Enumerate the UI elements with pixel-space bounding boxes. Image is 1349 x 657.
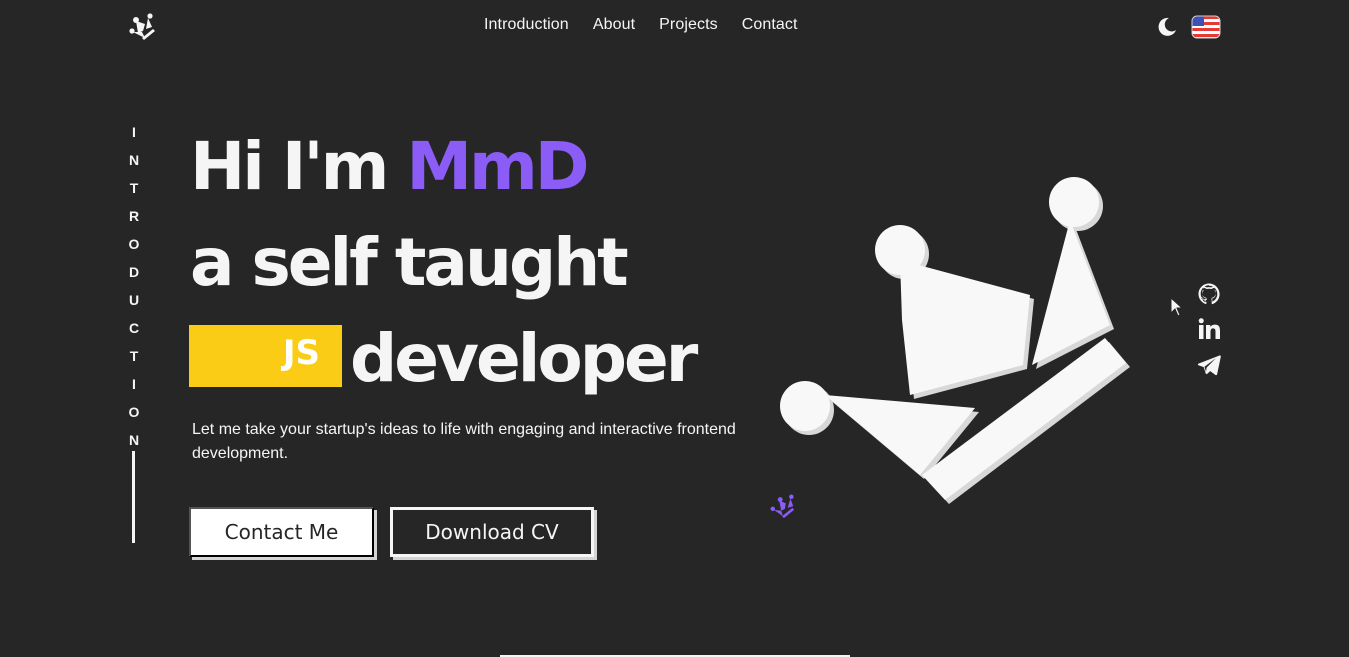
download-cv-button[interactable]: Download CV — [390, 507, 594, 557]
greeting-text: Hi I'm — [190, 128, 407, 205]
main-nav: Introduction About Projects Contact — [484, 16, 798, 34]
moon-icon[interactable] — [1156, 16, 1178, 38]
js-badge: JS — [189, 325, 342, 387]
nav-introduction[interactable]: Introduction — [484, 16, 569, 34]
mouse-cursor-icon — [1170, 297, 1184, 317]
hero-name: MmD — [406, 128, 589, 205]
section-divider — [132, 451, 135, 543]
js-badge-text: JS — [282, 333, 320, 373]
crown-logo-icon[interactable] — [128, 12, 158, 42]
github-icon[interactable] — [1197, 282, 1221, 306]
linkedin-icon[interactable] — [1197, 317, 1221, 341]
nav-contact[interactable]: Contact — [742, 16, 798, 34]
us-flag-icon[interactable] — [1191, 15, 1221, 39]
nav-projects[interactable]: Projects — [659, 16, 718, 34]
section-label: INTRODUCTION — [126, 118, 142, 454]
nav-about[interactable]: About — [593, 16, 635, 34]
contact-me-button[interactable]: Contact Me — [189, 507, 374, 557]
hero-subtitle: a self taught — [190, 224, 629, 301]
telegram-icon[interactable] — [1197, 353, 1221, 377]
section-label-text: INTRODUCTION — [128, 124, 140, 448]
hero-greeting: Hi I'm MmD — [190, 128, 590, 205]
hero-role: developer — [350, 320, 698, 397]
hero-tagline: Let me take your startup's ideas to life… — [192, 421, 736, 462]
small-crown-icon — [770, 494, 795, 519]
crown-illustration-icon — [780, 177, 1130, 504]
